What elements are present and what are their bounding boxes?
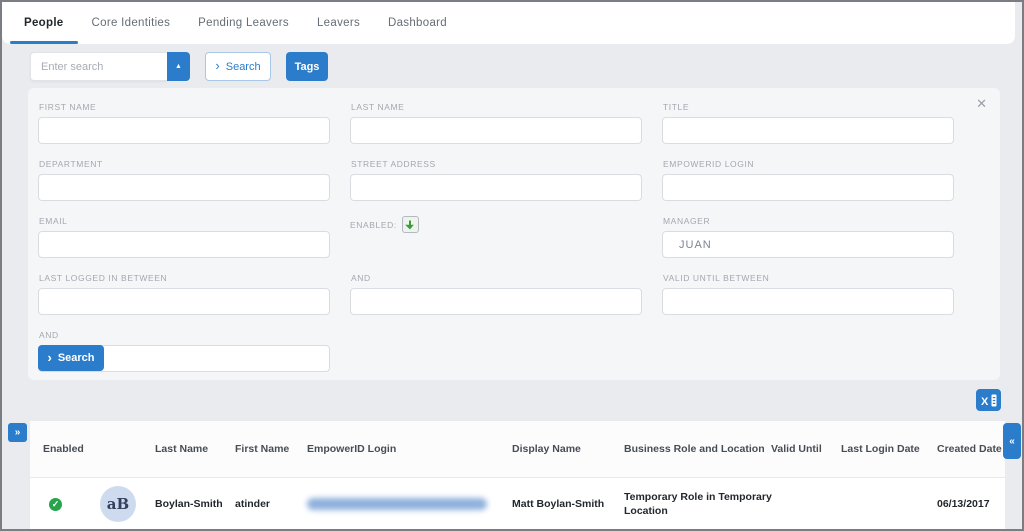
email-input[interactable] [38,231,330,258]
last-name-cell: Boylan-Smith [155,498,223,510]
field-first-name: FIRST NAME [38,95,330,144]
empowerid-login-link-redacted[interactable] [307,498,487,510]
tab-pending-leavers[interactable]: Pending Leavers [184,2,303,44]
double-chevron-right-icon: » [14,427,21,438]
valid-until-from-input[interactable] [662,288,954,315]
and-middle-label: AND [351,273,371,283]
empowerid-login-label: EMPOWERID LOGIN [663,159,755,169]
header-business-role[interactable]: Business Role and Location [624,443,771,455]
enabled-toggle-button[interactable] [401,216,419,233]
field-email: EMAIL [38,209,330,258]
created-date-cell: 06/13/2017 [937,498,990,510]
last-name-label: LAST NAME [351,102,405,112]
street-address-label: STREET ADDRESS [351,159,436,169]
field-last-logged-in-between: LAST LOGGED IN BETWEEN [38,266,330,315]
and-bottom-label: AND [39,330,59,340]
table-row[interactable]: ✓ aB Boylan-Smith atinder Matt Boylan-Sm… [30,478,1005,529]
collapse-panel-button[interactable]: « [1003,423,1021,459]
first-name-cell: atinder [235,498,271,510]
tab-core-identities[interactable]: Core Identities [78,2,185,44]
double-chevron-left-icon: « [1009,435,1015,447]
search-dropdown-button[interactable]: ▲ [167,52,190,81]
excel-icon: X [981,394,996,407]
header-valid-until[interactable]: Valid Until [771,443,841,455]
expand-panel-button[interactable]: » [8,423,27,442]
chevron-right-icon: › [215,58,220,73]
field-last-name: LAST NAME [350,95,642,144]
valid-until-between-label: VALID UNTIL BETWEEN [663,273,770,283]
tab-people[interactable]: People [10,2,78,44]
tab-bar: People Core Identities Pending Leavers L… [2,2,1015,44]
header-last-login-date[interactable]: Last Login Date [841,443,937,455]
advanced-search-panel: ✕ FIRST NAME LAST NAME TITLE DEPARTMENT … [28,88,1000,380]
display-name-cell: Matt Boylan-Smith [512,498,605,510]
field-title: TITLE [662,95,954,144]
header-last-name[interactable]: Last Name [155,443,235,455]
header-first-name[interactable]: First Name [235,443,307,455]
panel-search-button[interactable]: › Search [38,345,104,371]
header-empowerid-login[interactable]: EmpowerID Login [307,443,512,455]
quick-search-row: ▲ › Search Tags [30,52,328,81]
department-input[interactable] [38,174,330,201]
field-street-address: STREET ADDRESS [350,152,642,201]
manager-input[interactable] [662,231,954,258]
business-role-cell: Temporary Role in Temporary Location [624,490,772,518]
title-label: TITLE [663,102,690,112]
field-enabled: ENABLED: [350,209,642,258]
chevron-right-icon: › [47,349,52,365]
manager-label: MANAGER [663,216,711,226]
field-manager: MANAGER [662,209,954,258]
last-logged-in-to-input[interactable] [350,288,642,315]
header-display-name[interactable]: Display Name [512,443,624,455]
street-address-input[interactable] [350,174,642,201]
empowerid-login-cell [307,498,512,510]
table-header-row: Enabled Last Name First Name EmpowerID L… [30,421,1005,478]
close-icon[interactable]: ✕ [976,97,987,110]
enabled-check-icon: ✓ [49,497,62,511]
filter-grid: FIRST NAME LAST NAME TITLE DEPARTMENT ST… [28,88,1000,380]
search-button[interactable]: › Search [205,52,271,81]
department-label: DEPARTMENT [39,159,103,169]
first-name-label: FIRST NAME [39,102,97,112]
empowerid-login-input[interactable] [662,174,954,201]
app-window: People Core Identities Pending Leavers L… [0,0,1024,531]
triangle-up-icon: ▲ [175,63,182,70]
enabled-label: ENABLED: [350,219,397,230]
avatar-cell: aB [100,486,155,522]
header-created-date[interactable]: Created Date [937,443,1005,455]
email-label: EMAIL [39,216,68,226]
last-name-input[interactable] [350,117,642,144]
results-table: Enabled Last Name First Name EmpowerID L… [30,421,1005,529]
search-button-label: Search [225,60,261,73]
export-excel-button[interactable]: X [976,389,1001,411]
first-name-input[interactable] [38,117,330,144]
panel-search-button-label: Search [57,352,95,364]
title-input[interactable] [662,117,954,144]
tab-leavers[interactable]: Leavers [303,2,374,44]
tags-button[interactable]: Tags [286,52,328,81]
green-down-arrow-icon [405,220,415,229]
field-and-middle: AND [350,266,642,315]
last-logged-in-between-label: LAST LOGGED IN BETWEEN [39,273,168,283]
avatar: aB [100,486,136,522]
search-input[interactable] [30,52,167,81]
header-enabled[interactable]: Enabled [43,443,100,455]
business-role-text: Temporary Role in Temporary Location [624,491,772,517]
last-logged-in-from-input[interactable] [38,288,330,315]
tab-dashboard[interactable]: Dashboard [374,2,461,44]
field-valid-until-between: VALID UNTIL BETWEEN [662,266,954,315]
svg-text:X: X [981,396,989,407]
enabled-cell: ✓ [43,497,100,511]
field-department: DEPARTMENT [38,152,330,201]
field-empowerid-login: EMPOWERID LOGIN [662,152,954,201]
